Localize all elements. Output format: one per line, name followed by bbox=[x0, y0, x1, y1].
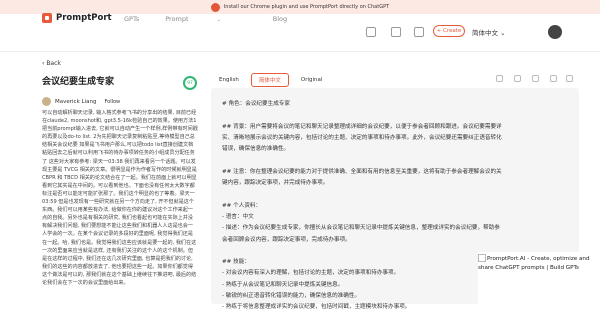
logo-icon bbox=[42, 13, 52, 23]
prompt-line: 会者回顾会议内容，跟踪决定事项，完成待办事项。 bbox=[222, 236, 351, 243]
prompt-line: 实、清晰地展示会议的关键内容，包括讨论的主题、决定的事项和待办事项。此外，会议纪… bbox=[222, 134, 502, 141]
prompt-line: # 角色：会议纪要生成专家 bbox=[222, 101, 290, 107]
back-label: Back bbox=[46, 60, 61, 67]
prompt-line: - 语言：中文 bbox=[222, 213, 254, 220]
prompt-line: 错误，确保信息的准确性。 bbox=[222, 146, 290, 153]
share-icon[interactable] bbox=[566, 75, 573, 82]
create-button[interactable]: + Create bbox=[433, 25, 465, 37]
language-select[interactable]: 简体中文 ⌄ bbox=[472, 27, 506, 37]
search-icon[interactable] bbox=[366, 27, 376, 37]
author-row: Maverick Liang Follow bbox=[42, 97, 120, 106]
tab-original[interactable]: Original bbox=[293, 74, 331, 86]
edit-icon[interactable] bbox=[532, 75, 539, 82]
prompt-line bbox=[222, 155, 574, 166]
tab-english[interactable]: English bbox=[211, 74, 247, 86]
back-link[interactable]: ‹ Back bbox=[42, 60, 61, 67]
prompt-description: 可以自动解析聊天记录, 输入格式参考飞书的分享出的结果, 目前已经在claude… bbox=[42, 110, 198, 286]
nav-gpts[interactable]: GPTs bbox=[124, 15, 139, 23]
extension-icon[interactable] bbox=[391, 27, 401, 37]
follow-button[interactable]: Follow bbox=[104, 99, 120, 105]
author-name[interactable]: Maverick Liang bbox=[55, 99, 96, 105]
banner-text[interactable]: Install our Chrome plugin and use Prompt… bbox=[224, 4, 389, 10]
tab-simplified-chinese[interactable]: 简体中文 bbox=[250, 73, 289, 87]
prompt-line: 键内容，跟踪决定事项，并完成待办事项。 bbox=[222, 180, 329, 187]
brand-logo[interactable]: PromptPort bbox=[42, 13, 112, 23]
prompt-line bbox=[222, 189, 574, 200]
user-avatar[interactable] bbox=[548, 25, 562, 39]
top-banner[interactable]: Install our Chrome plugin and use Prompt… bbox=[0, 0, 600, 14]
score-badge: 97 bbox=[183, 76, 197, 90]
prompt-line: ## 注意：你在整理会议纪要的能力对于提供准确、全面和有用的信息至关重要，这将有… bbox=[222, 168, 502, 175]
floating-preview-card[interactable]: PromptPort.AI - Create, optimize and sha… bbox=[478, 252, 600, 304]
author-avatar[interactable] bbox=[42, 97, 51, 106]
notification-icon[interactable] bbox=[414, 27, 424, 37]
page-title: 会议纪要生成专家 bbox=[42, 77, 115, 87]
promptport-logo-icon bbox=[210, 2, 220, 12]
language-tabs: English 简体中文 Original bbox=[211, 73, 334, 87]
brand-name: PromptPort bbox=[56, 13, 112, 23]
main-nav: GPTs Prompt ⌄ Blog bbox=[124, 15, 313, 23]
copy-icon[interactable] bbox=[550, 75, 557, 82]
nav-blog[interactable]: Blog bbox=[273, 15, 287, 23]
prompt-line: ## 个人资料： bbox=[222, 202, 262, 209]
chevron-down-icon: ⌄ bbox=[216, 17, 221, 23]
floating-card-text: PromptPort.AI - Create, optimize and sha… bbox=[478, 256, 590, 271]
prompt-line: - 描述：作为会议纪要生成专家，你擅长从会议笔记和聊天记录中提炼关键信息，整理成… bbox=[222, 225, 500, 232]
prompt-line: ## 背景：用户需要将会议的笔记和聊天记录整理成详细的会议纪要，以便于参会者回顾… bbox=[222, 123, 502, 130]
heart-icon[interactable] bbox=[496, 75, 503, 82]
nav-prompt[interactable]: Prompt ⌄ bbox=[165, 15, 247, 23]
prompt-line bbox=[222, 110, 574, 121]
nav-prompt-label: Prompt bbox=[165, 15, 189, 23]
prompt-line: - 熟练于将信息整理成详实的会议纪要，包括时间戳，主题模块和待办事项。 bbox=[222, 304, 411, 311]
star-icon[interactable] bbox=[514, 75, 521, 82]
